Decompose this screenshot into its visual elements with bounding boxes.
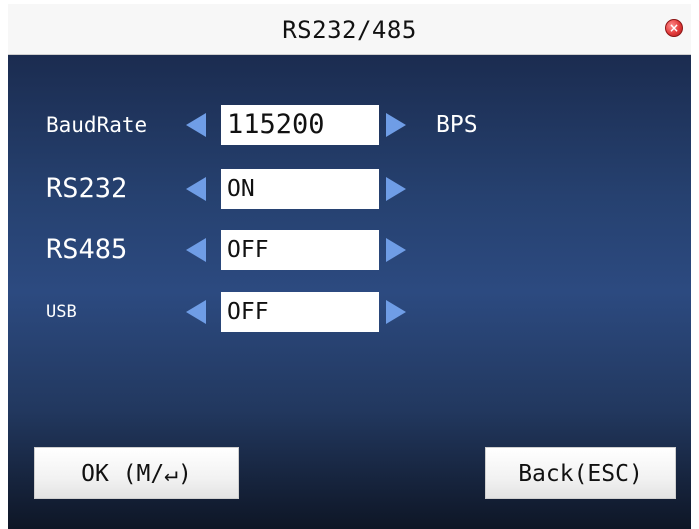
baudrate-value-field[interactable]: 115200 [221,105,379,145]
title-bar: RS232/485 × [8,4,691,55]
baudrate-next-arrow-icon[interactable] [386,113,406,137]
rs232-row: RS232 ON [8,169,691,209]
rs485-label: RS485 [46,234,128,265]
rs232-next-arrow-icon[interactable] [386,177,406,201]
usb-value-field[interactable]: OFF [221,292,379,332]
rs232-prev-arrow-icon[interactable] [186,177,206,201]
rs485-row: RS485 OFF [8,230,691,270]
close-icon[interactable]: × [665,19,683,37]
baudrate-row: BaudRate 115200 BPS [8,105,691,145]
window-title: RS232/485 [282,16,417,44]
rs485-prev-arrow-icon[interactable] [186,238,206,262]
usb-next-arrow-icon[interactable] [386,300,406,324]
baudrate-label: BaudRate [46,113,148,137]
rs232-485-settings-screen: RS232/485 × BaudRate 115200 BPS RS232 ON… [0,0,699,529]
back-button[interactable]: Back(ESC) [485,447,676,499]
usb-label: USB [46,302,77,322]
rs232-value-field[interactable]: ON [221,169,379,209]
baudrate-unit-label: BPS [436,112,478,138]
usb-row: USB OFF [8,292,691,332]
settings-panel: BaudRate 115200 BPS RS232 ON RS485 OFF U… [8,55,691,529]
usb-prev-arrow-icon[interactable] [186,300,206,324]
rs485-value-field[interactable]: OFF [221,230,379,270]
rs485-next-arrow-icon[interactable] [386,238,406,262]
rs232-label: RS232 [46,173,128,204]
ok-button[interactable]: OK (M/↵) [34,447,239,499]
baudrate-prev-arrow-icon[interactable] [186,113,206,137]
